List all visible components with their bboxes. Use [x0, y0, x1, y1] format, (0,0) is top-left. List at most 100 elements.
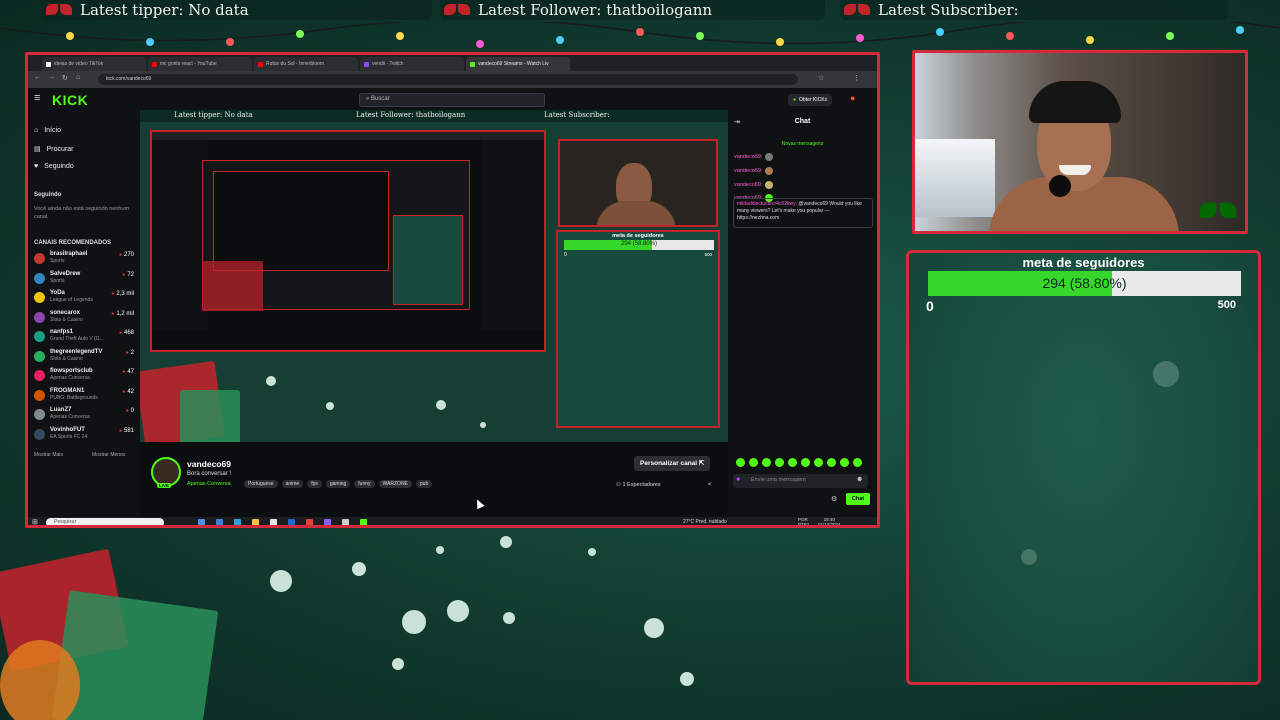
snowflake-decoration [644, 618, 664, 638]
taskbar-language[interactable]: POR PTB2 [798, 517, 809, 525]
get-kicks-button[interactable]: ● Obter KICKs [788, 94, 833, 106]
browser-tab[interactable]: ideias de vídeo TikTok [42, 57, 146, 71]
menu-icon[interactable]: ⋮ [853, 74, 860, 82]
tag-chip[interactable]: funny [354, 480, 375, 488]
show-less-link[interactable]: Mostrar Menos [92, 452, 125, 458]
hamburger-menu-icon[interactable]: ≡ [34, 92, 40, 104]
kick-logo[interactable]: KICK [52, 92, 88, 108]
taskbar-search-input[interactable]: Pesquisar [46, 518, 164, 525]
show-more-link[interactable]: Mostrar Mais [34, 452, 63, 458]
new-messages-label[interactable]: Novas mensagens [728, 141, 877, 147]
browser-icon[interactable] [234, 519, 241, 525]
windows-start-icon[interactable]: ⊞ [32, 518, 38, 525]
gift-box-decoration [203, 261, 263, 311]
home-icon[interactable]: ⌂ [76, 74, 80, 81]
search-input[interactable]: ⌕ Buscar [359, 93, 545, 107]
emote-icon[interactable] [801, 458, 810, 467]
tag-chip[interactable]: gaming [325, 480, 351, 488]
browser-tab[interactable]: Rufus du Sol - Innerbloom [254, 57, 358, 71]
latest-follower-label: Latest Follower: thatboilogann [478, 1, 713, 19]
tiktok-favicon-icon [46, 61, 51, 67]
browser-tab[interactable]: mc gorila react - YouTube [148, 57, 252, 71]
recommended-channel[interactable]: nanfps1Grand Theft Auto V (G... 468 [34, 329, 134, 346]
recommended-channel[interactable]: sonecaroxSlots & Casino 1,2 mil [34, 310, 134, 327]
mirrored-follower-label: Latest Follower: thatboilogann [356, 111, 466, 119]
reload-icon[interactable]: ↻ [62, 74, 68, 82]
captured-browser-window: ideias de vídeo TikTok mc gorila react -… [25, 52, 880, 528]
goal-min-label: 0 [926, 298, 934, 314]
customize-channel-button[interactable]: Personalizar canal ⇱ [634, 456, 711, 471]
emoji-picker-icon[interactable]: ☻ [856, 476, 863, 483]
emote-icon[interactable] [814, 458, 823, 467]
tag-chip[interactable]: pub [415, 480, 433, 488]
stream-category[interactable]: Apenas Conversa [187, 481, 231, 487]
mirrored-overlay-bar: Latest tipper: No data Latest Follower: … [140, 110, 728, 122]
channel-name: FROGMAN1 [50, 387, 85, 394]
taskbar-weather[interactable]: 27°C Pred. nublado [683, 519, 727, 525]
following-section-title: Seguindo [34, 192, 62, 198]
app-icon[interactable] [342, 519, 349, 525]
recommended-channel[interactable]: brasilraphaelSports 270 [34, 251, 134, 268]
emote-icon[interactable] [762, 458, 771, 467]
kick-app-icon[interactable] [360, 519, 367, 525]
tag-chip[interactable]: Portuguese [244, 480, 278, 488]
gift-bow-icon [46, 2, 72, 18]
viewer-count: 2 [126, 350, 134, 356]
taskbar-clock[interactable]: 19:40 01/12/2024 [818, 517, 841, 525]
emote-icon[interactable] [749, 458, 758, 467]
back-icon[interactable]: ← [34, 74, 41, 81]
emote-icon[interactable] [840, 458, 849, 467]
recommended-channel[interactable]: FROGMAN1PUBG: Battlegrounds 42 [34, 388, 134, 405]
sidebar-item-home[interactable]: ⌂ Início [34, 127, 61, 134]
viewer-count: 468 [119, 330, 134, 336]
recommended-channel[interactable]: flowsportsclubApenas Conversa 47 [34, 368, 134, 385]
star-icon[interactable]: ☆ [818, 74, 824, 82]
chat-send-button[interactable]: Chat [846, 493, 870, 505]
app-icon[interactable] [324, 519, 331, 525]
channel-name: brasilraphael [50, 251, 88, 257]
channel-category: EA Sports FC 24 [50, 433, 88, 440]
emote-icon[interactable] [853, 458, 862, 467]
snowflake-decoration [402, 610, 426, 634]
channel-category: Grand Theft Auto V (G... [50, 336, 104, 342]
share-icon[interactable]: < [708, 482, 712, 488]
tag-chip[interactable]: fps [307, 480, 322, 488]
sidebar-item-browse[interactable]: ▤ Procurar [34, 145, 73, 154]
snowflake-decoration [392, 658, 404, 670]
emote-icon[interactable] [775, 458, 784, 467]
chrome-icon[interactable] [306, 519, 313, 525]
chat-settings-icon[interactable]: ⚙ [831, 495, 837, 503]
following-empty-note: Você ainda não está seguindo nenhum cana… [34, 206, 130, 220]
tag-chip[interactable]: WARZONE [378, 480, 412, 488]
url-input[interactable]: kick.com/vandeco69 [98, 74, 798, 85]
viewer-count: 0 [126, 408, 134, 414]
emote-icon[interactable] [827, 458, 836, 467]
recommended-channel[interactable]: YoDaLeague of Legends 2,3 mil [34, 290, 134, 307]
emote-icon[interactable] [788, 458, 797, 467]
forward-icon[interactable]: → [48, 74, 55, 81]
emote-icon[interactable] [736, 458, 745, 467]
microphone-icon [1049, 175, 1071, 197]
channel-name[interactable]: vandeco69 [187, 459, 231, 469]
mirrored-goal-bar: 294 (58.80%) [564, 240, 714, 250]
user-avatar-icon[interactable]: ● [850, 93, 855, 103]
recommended-channel[interactable]: SalveDrewSports 72 [34, 271, 134, 288]
edge-icon[interactable] [216, 519, 223, 525]
recommended-channel[interactable]: LuanZ7Apenas Conversa 0 [34, 407, 134, 424]
sidebar-item-following[interactable]: ♥ Seguindo [34, 163, 74, 170]
store-icon[interactable] [270, 519, 277, 525]
app-icon[interactable] [288, 519, 295, 525]
file-explorer-icon[interactable] [252, 519, 259, 525]
tag-chip[interactable]: anime [281, 480, 304, 488]
chat-message-input[interactable]: Envie uma mensagem [733, 474, 868, 488]
browser-tab[interactable]: vendii - Twitch [360, 57, 464, 71]
recommended-channel[interactable]: VovinhoFUTEA Sports FC 24 581 [34, 427, 134, 444]
goal-max-label: 500 [1217, 299, 1236, 311]
stream-player[interactable]: Latest tipper: No data Latest Follower: … [140, 110, 728, 442]
latest-tipper-panel: Latest tipper: No data [42, 0, 432, 20]
task-view-icon[interactable] [198, 519, 205, 525]
browser-tab-active[interactable]: vandeco69 Streams - Watch Liv [466, 57, 570, 71]
recommended-channel[interactable]: thegreenlegendTVSlots & Casino 2 [34, 349, 134, 366]
mic-icon[interactable]: ● [736, 476, 740, 483]
snowflake-decoration [266, 376, 276, 386]
